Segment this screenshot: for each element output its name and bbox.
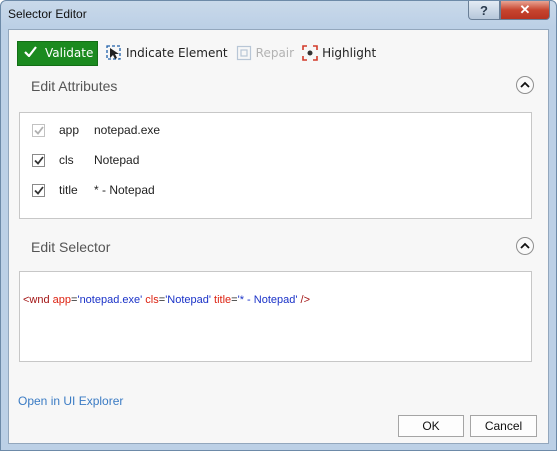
collapse-attributes-button[interactable] bbox=[516, 76, 534, 94]
edit-selector-title: Edit Selector bbox=[31, 239, 111, 255]
dialog-content: Validate Indicate Element Repair Highlig… bbox=[8, 29, 549, 444]
checkmark-icon bbox=[33, 185, 44, 195]
selector-value-title: '* - Notepad' bbox=[237, 294, 298, 306]
indicate-element-label: Indicate Element bbox=[126, 46, 228, 60]
selector-tag-open: <wnd bbox=[23, 294, 53, 306]
selector-attr-title: title bbox=[214, 294, 232, 306]
attributes-panel: app notepad.exe cls Notepad title * - No… bbox=[19, 112, 532, 219]
edit-attributes-header: Edit Attributes bbox=[19, 74, 542, 102]
validate-button[interactable]: Validate bbox=[17, 40, 98, 66]
toolbar: Validate Indicate Element Repair Highlig… bbox=[17, 40, 376, 66]
collapse-selector-button[interactable] bbox=[516, 237, 534, 255]
attribute-row-cls: cls Notepad bbox=[32, 150, 139, 170]
cls-checkbox[interactable] bbox=[32, 153, 45, 167]
ok-button[interactable]: OK bbox=[398, 415, 464, 437]
selector-attr-cls: cls bbox=[145, 294, 159, 306]
attribute-name: title bbox=[59, 183, 78, 197]
selector-text: <wnd app='notepad.exe' cls='Notepad' tit… bbox=[23, 294, 311, 306]
open-in-ui-explorer-link[interactable]: Open in UI Explorer bbox=[18, 394, 123, 408]
edit-selector-header: Edit Selector bbox=[19, 235, 542, 263]
attribute-value: notepad.exe bbox=[94, 123, 161, 137]
checkmark-icon bbox=[33, 125, 44, 135]
selector-editor-window: Selector Editor ? ✕ Validate Indicate El… bbox=[0, 0, 557, 451]
repair-icon bbox=[236, 45, 252, 61]
highlight-label: Highlight bbox=[322, 46, 377, 60]
attribute-row-app: app notepad.exe bbox=[32, 120, 160, 140]
app-checkbox[interactable] bbox=[32, 123, 45, 137]
highlight-icon bbox=[302, 45, 318, 61]
selector-value-cls: 'Notepad' bbox=[165, 294, 211, 306]
attribute-row-title: title * - Notepad bbox=[32, 180, 155, 200]
checkmark-icon bbox=[33, 155, 44, 165]
selector-value-app: 'notepad.exe' bbox=[77, 294, 143, 306]
validate-label: Validate bbox=[45, 46, 94, 60]
cancel-button[interactable]: Cancel bbox=[470, 415, 537, 437]
indicate-element-button[interactable]: Indicate Element bbox=[106, 45, 228, 61]
repair-button[interactable]: Repair bbox=[236, 45, 294, 61]
chevron-up-icon bbox=[520, 81, 530, 88]
highlight-button[interactable]: Highlight bbox=[302, 45, 376, 61]
window-title: Selector Editor bbox=[8, 7, 87, 21]
chevron-up-icon bbox=[520, 242, 530, 249]
attribute-name: cls bbox=[59, 153, 74, 167]
title-bar[interactable]: Selector Editor ? ✕ bbox=[1, 1, 556, 29]
selector-editor-textbox[interactable]: <wnd app='notepad.exe' cls='Notepad' tit… bbox=[19, 271, 532, 362]
edit-attributes-title: Edit Attributes bbox=[31, 78, 118, 94]
title-checkbox[interactable] bbox=[32, 183, 45, 197]
attribute-name: app bbox=[59, 123, 80, 137]
selector-attr-app: app bbox=[52, 294, 72, 306]
close-button[interactable]: ✕ bbox=[500, 1, 550, 20]
cursor-target-icon bbox=[106, 45, 122, 61]
checkmark-icon bbox=[24, 46, 37, 60]
attribute-value: Notepad bbox=[94, 153, 140, 167]
repair-label: Repair bbox=[255, 46, 295, 60]
attribute-value: * - Notepad bbox=[94, 183, 155, 197]
help-button[interactable]: ? bbox=[468, 1, 500, 20]
selector-tag-close: /> bbox=[297, 294, 311, 306]
